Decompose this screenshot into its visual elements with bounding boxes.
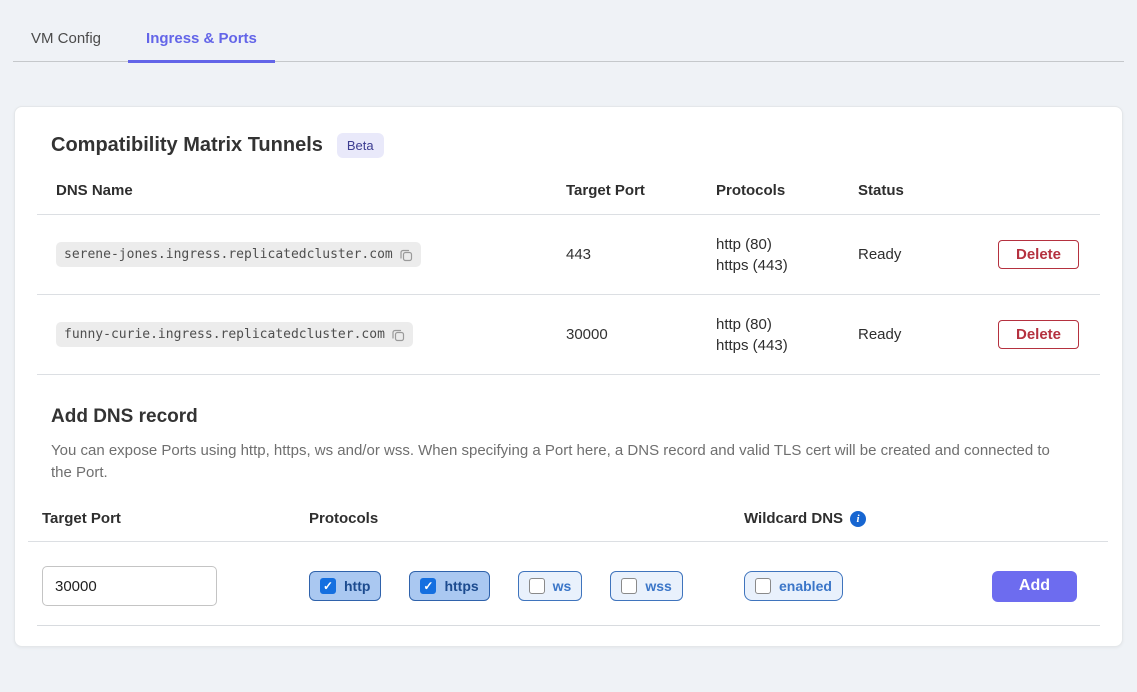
copy-icon[interactable] <box>399 248 413 262</box>
section-title: Add DNS record <box>51 406 1086 428</box>
checkbox-icon <box>320 578 336 594</box>
col-header-protocols: Protocols <box>697 182 839 214</box>
tunnels-card: Compatibility Matrix Tunnels Beta DNS Na… <box>14 106 1123 647</box>
info-icon[interactable]: i <box>850 511 866 527</box>
target-port-label: Target Port <box>42 510 309 527</box>
col-header-target-port: Target Port <box>547 182 697 214</box>
add-form-labels: Target Port Protocols Wildcard DNS i <box>37 510 1100 527</box>
tunnels-table: DNS Name Target Port Protocols Status se… <box>37 182 1100 375</box>
dns-name-text: serene-jones.ingress.replicatedcluster.c… <box>64 247 393 262</box>
target-port-input[interactable] <box>42 566 217 606</box>
target-port-value: 30000 <box>547 326 697 343</box>
protocol-checkbox-https[interactable]: https <box>409 571 489 601</box>
delete-button[interactable]: Delete <box>998 320 1079 349</box>
beta-badge: Beta <box>337 133 384 158</box>
checkbox-icon <box>621 578 637 594</box>
checkbox-icon <box>755 578 771 594</box>
table-header-row: DNS Name Target Port Protocols Status <box>37 182 1100 215</box>
protocol-line: https (443) <box>716 255 839 276</box>
dns-name-pill: funny-curie.ingress.replicatedcluster.co… <box>56 322 413 347</box>
col-header-dns-name: DNS Name <box>37 182 547 214</box>
protocols-label: Protocols <box>309 510 744 527</box>
page-title: Compatibility Matrix Tunnels <box>51 134 323 157</box>
target-port-value: 443 <box>547 246 697 263</box>
protocol-line: http (80) <box>716 314 839 335</box>
col-header-actions <box>979 191 1100 206</box>
dns-name-pill: serene-jones.ingress.replicatedcluster.c… <box>56 242 421 267</box>
protocol-options: http https ws wss <box>309 571 744 601</box>
card-header: Compatibility Matrix Tunnels Beta <box>37 133 1100 158</box>
section-description: You can expose Ports using http, https, … <box>51 440 1066 484</box>
protocol-checkbox-ws[interactable]: ws <box>518 571 583 601</box>
add-button[interactable]: Add <box>992 571 1077 602</box>
wildcard-dns-label: Wildcard DNS i <box>744 510 984 527</box>
add-form-controls: http https ws wss enabled Add <box>37 566 1100 606</box>
dns-name-text: funny-curie.ingress.replicatedcluster.co… <box>64 327 385 342</box>
form-divider <box>28 541 1108 542</box>
delete-button[interactable]: Delete <box>998 240 1079 269</box>
table-row: funny-curie.ingress.replicatedcluster.co… <box>37 295 1100 375</box>
table-row: serene-jones.ingress.replicatedcluster.c… <box>37 215 1100 295</box>
protocol-checkbox-wss[interactable]: wss <box>610 571 682 601</box>
checkbox-icon <box>529 578 545 594</box>
checkbox-icon <box>420 578 436 594</box>
protocol-line: http (80) <box>716 234 839 255</box>
copy-icon[interactable] <box>391 328 405 342</box>
card-bottom-divider <box>37 625 1100 626</box>
wildcard-enabled-checkbox[interactable]: enabled <box>744 571 843 601</box>
col-header-status: Status <box>839 182 979 214</box>
tab-ingress-ports[interactable]: Ingress & Ports <box>128 18 275 63</box>
status-value: Ready <box>839 326 979 343</box>
protocol-line: https (443) <box>716 335 839 356</box>
status-value: Ready <box>839 246 979 263</box>
tab-vm-config[interactable]: VM Config <box>13 18 119 63</box>
add-dns-record-section: Add DNS record You can expose Ports usin… <box>37 406 1100 484</box>
protocol-checkbox-http[interactable]: http <box>309 571 381 601</box>
tab-bar: VM Config Ingress & Ports <box>13 0 1124 62</box>
